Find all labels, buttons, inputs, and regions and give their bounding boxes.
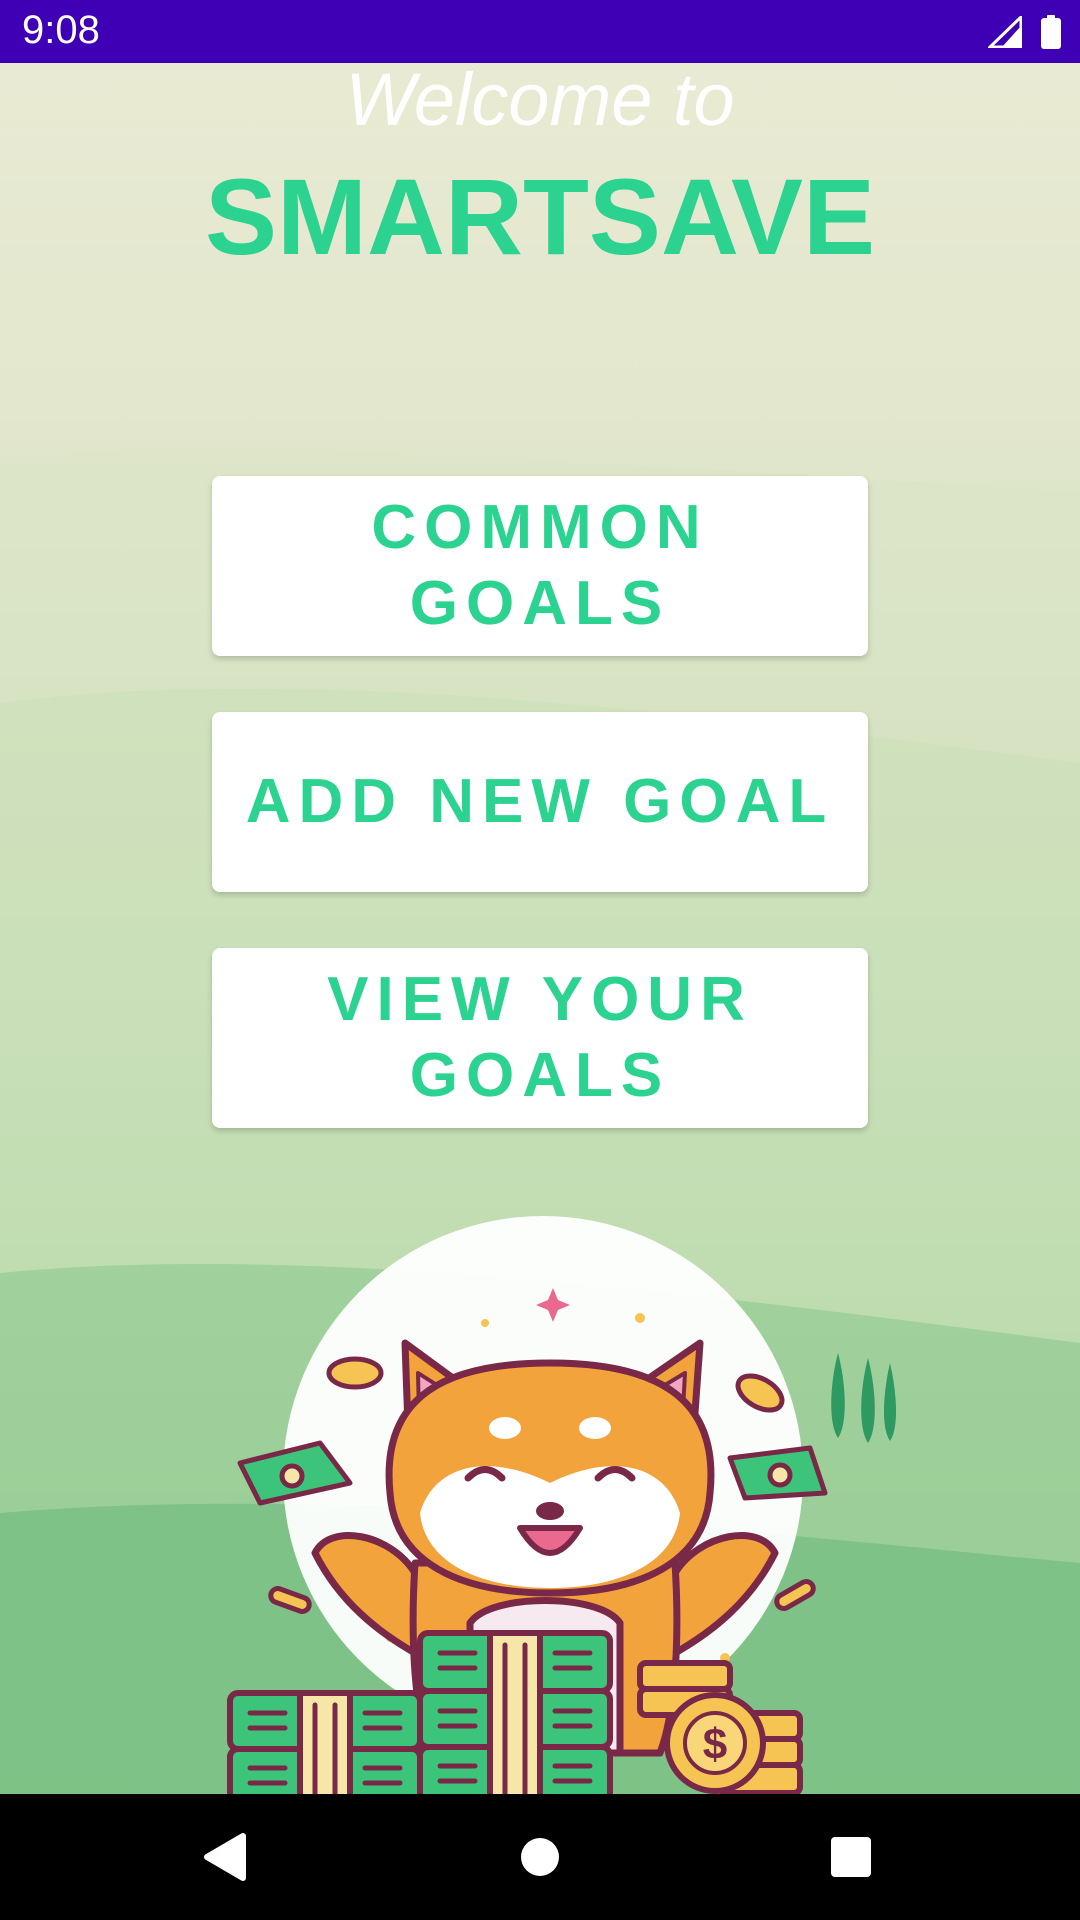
recents-button[interactable]	[816, 1822, 886, 1892]
recents-icon	[831, 1837, 871, 1877]
home-icon	[521, 1838, 559, 1876]
navigation-bar	[0, 1794, 1080, 1920]
common-goals-button[interactable]: COMMON GOALS	[212, 476, 868, 656]
add-new-goal-button[interactable]: ADD NEW GOAL	[212, 712, 868, 892]
status-time: 9:08	[22, 8, 100, 52]
battery-icon	[1041, 15, 1061, 49]
app-title: SMARTSAVE	[204, 156, 876, 277]
status-bar: 9:08	[0, 0, 1080, 63]
home-button[interactable]	[505, 1822, 575, 1892]
shiba-dog-with-money-icon: $	[227, 1216, 828, 1794]
svg-text:$: $	[703, 1720, 727, 1769]
screen: 9:08 Welcome to SMARTSAVE COMMON GOALS A…	[0, 0, 1080, 1920]
signal-icon	[988, 16, 1022, 48]
main-content: Welcome to SMARTSAVE COMMON GOALS ADD NE…	[0, 63, 1080, 1794]
back-icon	[204, 1833, 246, 1881]
back-button[interactable]	[189, 1822, 259, 1892]
status-icons	[988, 14, 1062, 50]
view-your-goals-button[interactable]: VIEW YOUR GOALS	[212, 948, 868, 1128]
welcome-text: Welcome to	[345, 63, 735, 141]
